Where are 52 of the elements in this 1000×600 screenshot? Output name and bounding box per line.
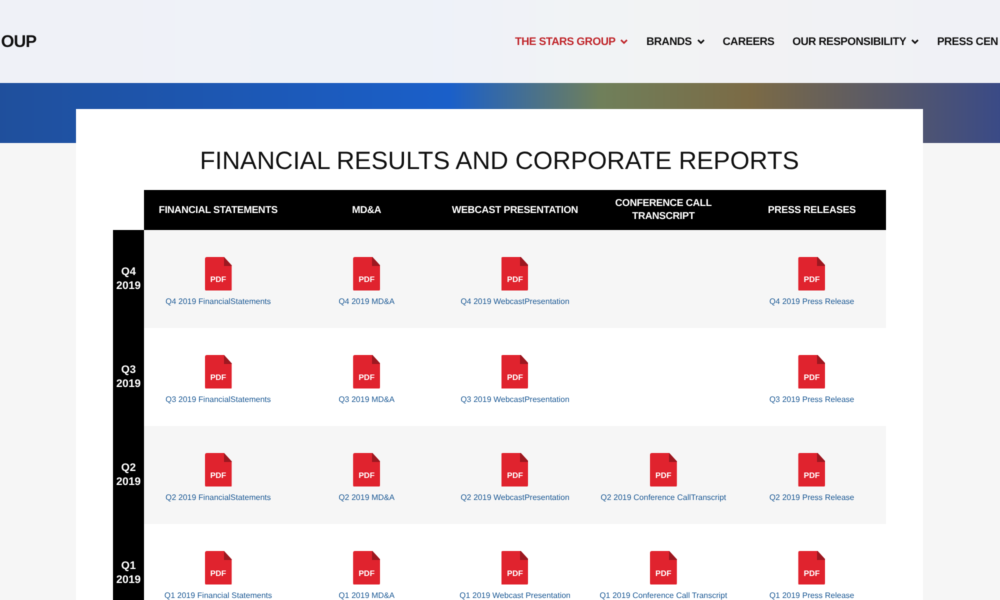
document-link[interactable]: Q4 2019 WebcastPresentation [460,296,570,306]
quarter-label: Q2 2019 [113,426,144,524]
document-link[interactable]: Q3 2019 MD&A [338,394,395,404]
pdf-file-icon[interactable]: PDF [798,550,826,584]
document-link[interactable]: Q1 2019 Financial Statements [164,590,272,600]
document-link[interactable]: Q2 2019 Press Release [769,492,854,502]
document-link[interactable]: Q2 2019 MD&A [338,492,395,502]
pdf-file-icon[interactable]: PDF [650,452,677,486]
nav-link[interactable]: PRESS CEN [937,36,998,48]
column-header: PRESS RELEASES [766,204,857,216]
pdf-file-icon[interactable]: PDF [650,550,677,584]
page-title: FINANCIAL RESULTS AND CORPORATE REPORTS [200,147,800,176]
document-link[interactable]: Q2 2019 Conference CallTranscript [600,492,726,502]
document-link[interactable]: Q3 2019 Press Release [769,394,854,404]
pdf-file-icon[interactable]: PDF [501,452,528,486]
pdf-file-icon[interactable]: PDF [501,256,528,290]
document-link[interactable]: Q4 2019 MD&A [338,296,395,306]
document-link[interactable]: Q1 2019 Conference Call Transcript [600,590,728,600]
document-link[interactable]: Q4 2019 FinancialStatements [165,296,271,306]
pdf-file-icon[interactable]: PDF [204,550,232,584]
pdf-file-icon[interactable]: PDF [353,550,380,584]
column-header: CONFERENCE CALL TRANSCRIPT [614,197,713,223]
pdf-file-icon[interactable]: PDF [798,452,826,486]
pdf-file-icon[interactable]: PDF [798,354,826,388]
logo-text[interactable]: OUP [1,32,36,52]
quarter-label: Q3 2019 [113,328,144,426]
quarter-label: Q1 2019 [113,524,144,600]
pdf-file-icon[interactable]: PDF [204,354,232,388]
pdf-file-icon[interactable]: PDF [204,256,232,290]
document-link[interactable]: Q2 2019 FinancialStatements [165,492,271,502]
document-link[interactable]: Q3 2019 FinancialStatements [165,394,271,404]
pdf-file-icon[interactable]: PDF [353,256,380,290]
nav-link[interactable]: OUR RESPONSIBILITY [792,36,920,48]
pdf-file-icon[interactable]: PDF [353,354,380,388]
quarter-label: Q4 2019 [113,230,144,328]
pdf-file-icon[interactable]: PDF [353,452,380,486]
document-link[interactable]: Q1 2019 MD&A [338,590,395,600]
column-header: WEBCAST PRESENTATION [450,204,580,216]
nav-link[interactable]: THE STARS GROUP [514,36,628,48]
nav-link[interactable]: CAREERS [722,36,774,48]
document-link[interactable]: Q2 2019 WebcastPresentation [460,492,570,502]
document-link[interactable]: Q4 2019 Press Release [769,296,854,306]
document-link[interactable]: Q1 2019 Press Release [769,590,854,600]
pdf-file-icon[interactable]: PDF [501,550,528,584]
nav-link[interactable]: BRANDS [646,36,705,48]
pdf-file-icon[interactable]: PDF [501,354,528,388]
pdf-file-icon[interactable]: PDF [204,452,232,486]
pdf-file-icon[interactable]: PDF [798,256,826,290]
document-link[interactable]: Q1 2019 Webcast Presentation [459,590,570,600]
column-header: MD&A [350,204,382,216]
document-link[interactable]: Q3 2019 WebcastPresentation [460,394,570,404]
column-header: FINANCIAL STATEMENTS [158,204,279,216]
